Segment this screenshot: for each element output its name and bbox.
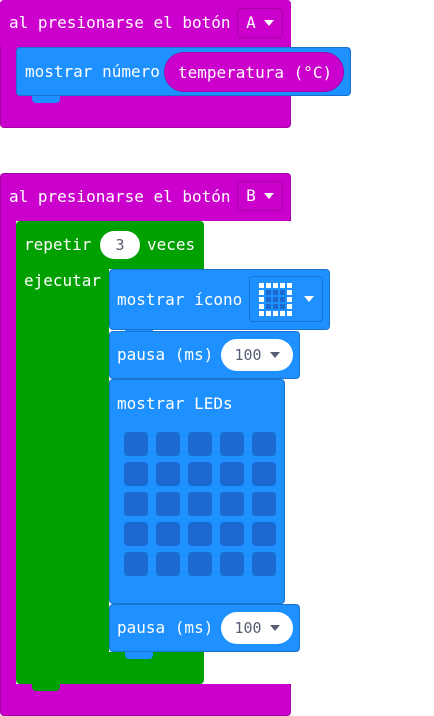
- led-cell[interactable]: [220, 552, 244, 576]
- show-icon-label: mostrar ícono: [117, 290, 243, 309]
- led-cell[interactable]: [124, 522, 148, 546]
- pause-1-value: 100: [234, 346, 262, 364]
- event-a-label: al presionarse el botón: [9, 13, 231, 32]
- repeat-footer: [16, 652, 204, 684]
- led-cell[interactable]: [252, 522, 276, 546]
- led-cell[interactable]: [156, 492, 180, 516]
- icon-dropdown[interactable]: [249, 276, 323, 322]
- led-cell[interactable]: [124, 462, 148, 486]
- led-cell[interactable]: [156, 522, 180, 546]
- led-cell[interactable]: [252, 492, 276, 516]
- show-number-label: mostrar número: [25, 62, 160, 81]
- led-cell[interactable]: [124, 552, 148, 576]
- button-a-dropdown[interactable]: A: [237, 8, 283, 38]
- pause-2-value: 100: [234, 619, 262, 637]
- pause-2-label: pausa (ms): [117, 618, 214, 637]
- led-cell[interactable]: [156, 432, 180, 456]
- led-cell[interactable]: [188, 432, 212, 456]
- led-cell[interactable]: [220, 462, 244, 486]
- grid-icon: [257, 281, 293, 317]
- led-cell[interactable]: [188, 522, 212, 546]
- button-b-value: B: [246, 186, 256, 205]
- pause-1-label: pausa (ms): [117, 345, 214, 364]
- led-cell[interactable]: [124, 432, 148, 456]
- event-b-left-arm: [0, 220, 16, 685]
- repeat-do-label: ejecutar: [24, 271, 102, 290]
- repeat-times-label: veces: [147, 235, 196, 254]
- button-a-value: A: [246, 13, 256, 32]
- led-cell[interactable]: [220, 492, 244, 516]
- show-number-notch: [32, 96, 60, 103]
- led-cell[interactable]: [188, 492, 212, 516]
- chevron-down-icon: [269, 625, 280, 631]
- led-cell[interactable]: [220, 522, 244, 546]
- chevron-down-icon: [263, 193, 274, 199]
- chevron-down-icon: [304, 296, 314, 302]
- led-cell[interactable]: [220, 432, 244, 456]
- led-cell[interactable]: [124, 492, 148, 516]
- temperature-reporter[interactable]: temperatura (°C): [164, 52, 344, 92]
- led-cell[interactable]: [156, 462, 180, 486]
- led-cell[interactable]: [252, 432, 276, 456]
- led-cell[interactable]: [156, 552, 180, 576]
- temperature-reporter-label: temperatura (°C): [178, 63, 333, 82]
- repeat-left-arm: [16, 268, 109, 654]
- event-b-label: al presionarse el botón: [9, 187, 231, 206]
- pause-2-dropdown[interactable]: 100: [221, 612, 293, 644]
- button-b-dropdown[interactable]: B: [237, 181, 283, 211]
- repeat-count-input[interactable]: 3: [100, 231, 140, 259]
- pause-2-notch: [125, 652, 153, 659]
- chevron-down-icon: [269, 352, 280, 358]
- repeat-footer-notch: [32, 684, 60, 691]
- led-cell[interactable]: [188, 552, 212, 576]
- led-cell[interactable]: [252, 552, 276, 576]
- led-cell[interactable]: [252, 462, 276, 486]
- led-cell[interactable]: [188, 462, 212, 486]
- chevron-down-icon: [263, 20, 274, 26]
- repeat-label: repetir: [24, 235, 92, 254]
- show-leds-label: mostrar LEDs: [117, 394, 233, 413]
- pause-1-dropdown[interactable]: 100: [221, 339, 293, 371]
- repeat-count-value: 3: [115, 236, 125, 254]
